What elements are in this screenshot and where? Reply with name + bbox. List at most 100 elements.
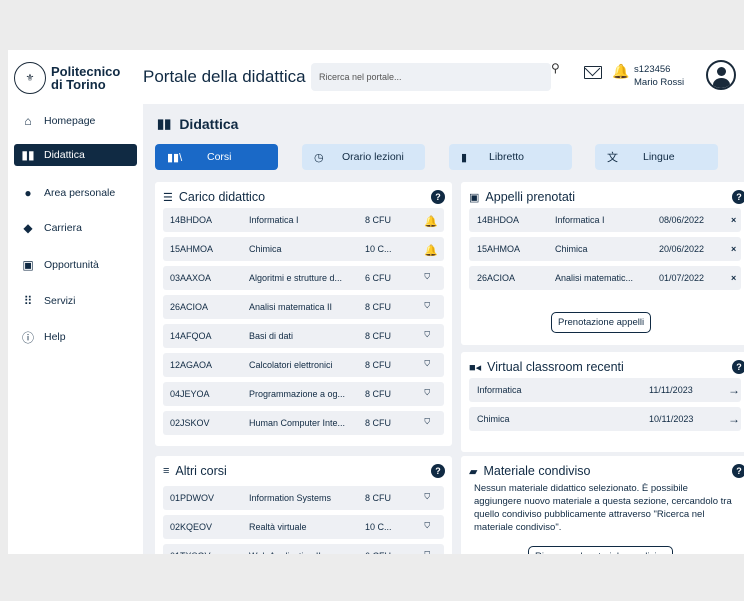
bell-outline-icon[interactable]: ⌂ [424, 415, 431, 427]
appello-date: 01/07/2022 [659, 273, 705, 283]
help-icon[interactable]: ? [732, 360, 744, 374]
course-cfu: 6 CFU [365, 273, 392, 283]
bell-outline-icon[interactable]: ⌂ [424, 548, 431, 554]
bell-outline-icon[interactable]: ⌂ [424, 357, 431, 369]
mail-icon[interactable] [584, 66, 602, 79]
course-name: Web Application II [249, 551, 367, 554]
arrow-right-icon[interactable]: → [728, 383, 740, 397]
course-cfu: 8 CFU [365, 215, 392, 225]
course-code: 03AAXOA [170, 273, 212, 283]
close-icon[interactable]: × [731, 244, 736, 254]
close-icon[interactable]: × [731, 273, 736, 283]
list-icon: ≡ [163, 465, 170, 477]
sidebar-item-servizi[interactable]: ⠿ Servizi [14, 290, 137, 312]
course-name: Realtà virtuale [249, 522, 307, 532]
sidebar-item-opportunita[interactable]: ▣ Opportunità [14, 254, 137, 276]
course-row[interactable]: 12AGAOA Calcolatori elettronici 8 CFU ⌂ [163, 353, 444, 377]
course-cfu: 8 CFU [365, 302, 392, 312]
course-code: 01PDWOV [170, 493, 215, 503]
bell-outline-icon[interactable]: ⌂ [424, 270, 431, 282]
search-icon[interactable]: ⚲ [551, 61, 560, 75]
bell-outline-icon[interactable]: ⌂ [424, 299, 431, 311]
tab-corsi[interactable]: ▮▮\ Corsi [155, 144, 278, 170]
sidebar-item-label: Didattica [44, 149, 85, 161]
library-icon: ▮▮\ [167, 151, 183, 164]
course-row[interactable]: 26ACIOA Analisi matematica II 8 CFU ⌂ [163, 295, 444, 319]
search-input[interactable]: Ricerca nel portale... [311, 63, 551, 91]
virtual-name: Chimica [477, 414, 510, 424]
course-row[interactable]: 03AAXOA Algoritmi e strutture d... 6 CFU ⌂ [163, 266, 444, 290]
person-icon: ● [24, 186, 32, 200]
virtual-date: 10/11/2023 [649, 414, 694, 424]
bell-filled-icon[interactable]: 🔔 [424, 244, 438, 257]
course-code: 14BHDOA [170, 215, 213, 225]
appello-date: 08/06/2022 [659, 215, 705, 225]
bell-outline-icon[interactable]: ⌂ [424, 386, 431, 398]
tab-libretto[interactable]: ▮ Libretto [449, 144, 572, 170]
bell-outline-icon[interactable]: ⌂ [424, 519, 431, 531]
course-row[interactable]: 02KQEOV Realtà virtuale 10 C... ⌂ [163, 515, 444, 539]
card-title: ☰ Carico didattico [163, 190, 266, 204]
course-cfu: 8 CFU [365, 331, 392, 341]
carico-didattico-card: ☰ Carico didattico ? 14BHDOA Informatica I… [155, 182, 452, 446]
appello-code: 14BHDOA [477, 215, 520, 225]
close-icon[interactable]: × [731, 215, 736, 225]
appello-row[interactable]: 14BHDOA Informatica I 08/06/2022 × [469, 208, 741, 232]
help-icon[interactable]: ? [732, 190, 744, 204]
virtual-row[interactable]: Chimica 10/11/2023 → [469, 407, 741, 431]
bell-outline-icon[interactable]: ⌂ [424, 490, 431, 502]
course-row[interactable]: 01PDWOV Information Systems 8 CFU ⌂ [163, 486, 444, 510]
sidebar-item-label: Area personale [44, 187, 116, 199]
tab-lingue[interactable]: 文 Lingue [595, 144, 718, 170]
course-row[interactable]: 02JSKOV Human Computer Inte... 8 CFU ⌂ [163, 411, 444, 435]
course-row[interactable]: 01TXSOV Web Application II6 CFU ⌂ [163, 544, 444, 554]
book-icon: ▮▮ [21, 148, 35, 162]
card-title: ≡ Altri corsi [163, 464, 227, 478]
course-row[interactable]: 15AHMOA Chimica 10 C... 🔔 [163, 237, 444, 261]
appello-row[interactable]: 26ACIOA Analisi matematic... 01/07/2022 × [469, 266, 741, 290]
appello-code: 15AHMOA [477, 244, 521, 254]
bell-filled-icon[interactable]: 🔔 [424, 215, 438, 228]
card-title: ▰ Materiale condiviso [469, 464, 591, 478]
ricerca-materiale-button[interactable]: Ricerca nel materiale condiviso [528, 546, 674, 554]
course-cfu: 6 CFU [365, 551, 405, 554]
book-icon: ▮▮ [157, 116, 172, 131]
list-icon: ☰ [163, 191, 173, 204]
course-cfu: 10 C... [365, 522, 392, 532]
sidebar-item-didattica[interactable]: ▮▮ Didattica [14, 144, 137, 166]
polito-logo[interactable]: ⚜ Politecnico di Torino [14, 62, 120, 94]
help-icon[interactable]: ? [431, 464, 445, 478]
card-title: ▣ Appelli prenotati [469, 190, 576, 204]
course-row[interactable]: 14BHDOA Informatica I 8 CFU 🔔 [163, 208, 444, 232]
course-name: Information Systems [249, 493, 332, 503]
course-name: Chimica [249, 244, 282, 254]
page-title: ▮▮ Didattica [157, 116, 239, 132]
course-cfu: 10 C... [365, 244, 392, 254]
bell-outline-icon[interactable]: ⌂ [424, 328, 431, 340]
course-row[interactable]: 04JEYOA Programmazione a og... 8 CFU ⌂ [163, 382, 444, 406]
arrow-right-icon[interactable]: → [728, 412, 740, 426]
graduation-cap-icon: ◆ [23, 221, 33, 235]
materiale-condiviso-card: ▰ Materiale condiviso ? Nessun materiale … [461, 456, 744, 554]
sidebar-item-label: Servizi [44, 295, 76, 307]
help-icon[interactable]: ? [732, 464, 744, 478]
appello-row[interactable]: 15AHMOA Chimica 20/06/2022 × [469, 237, 741, 261]
course-name: Human Computer Inte... [249, 418, 346, 428]
sidebar-item-area-personale[interactable]: ● Area personale [14, 182, 137, 204]
appelli-prenotati-card: ▣ Appelli prenotati ? 14BHDOA Informatica … [461, 182, 744, 345]
prenotazione-appelli-button[interactable]: Prenotazione appelli [551, 312, 652, 333]
virtual-row[interactable]: Informatica 11/11/2023 → [469, 378, 741, 402]
course-row[interactable]: 14AFQOA Basi di dati 8 CFU ⌂ [163, 324, 444, 348]
tab-orario-lezioni[interactable]: ◷ Orario lezioni [302, 144, 425, 170]
course-name: Analisi matematica II [249, 302, 333, 312]
avatar[interactable] [706, 60, 736, 90]
sidebar-item-homepage[interactable]: ⌂ Homepage [14, 110, 137, 132]
course-name: Calcolatori elettronici [249, 360, 333, 370]
help-icon[interactable]: ? [431, 190, 445, 204]
translate-icon: 文 [607, 152, 618, 164]
course-code: 02JSKOV [170, 418, 210, 428]
course-cfu: 8 CFU [365, 493, 392, 503]
notification-bell-icon[interactable]: 🔔 [612, 63, 629, 80]
sidebar-item-help[interactable]: ⓘ Help [14, 326, 137, 348]
sidebar-item-carriera[interactable]: ◆ Carriera [14, 217, 137, 239]
